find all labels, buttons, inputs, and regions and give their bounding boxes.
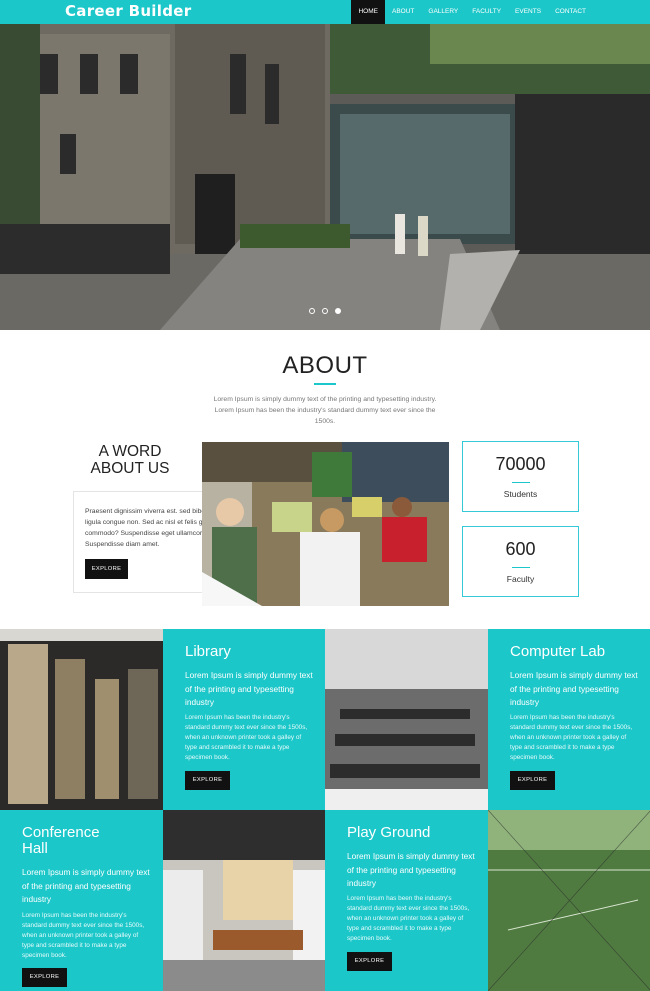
nav-about[interactable]: ABOUT [385, 0, 421, 24]
nav-faculty[interactable]: FACULTY [465, 0, 508, 24]
about-explore-button[interactable]: EXPLORE [85, 559, 128, 579]
conference-hall-card: Conference Hall Lorem Ipsum is simply du… [0, 810, 163, 991]
playground-photo [488, 810, 650, 991]
top-navbar: Career Builder HOME ABOUT GALLERY FACULT… [0, 0, 650, 24]
conference-hall-photo [163, 810, 326, 991]
students-stat: 70000 Students [462, 441, 579, 512]
word-about-us-box: Praesent dignissim viverra est. sed bibe… [73, 491, 229, 593]
computer-lab-photo [325, 629, 488, 810]
playground-image [488, 810, 650, 991]
students-count: 70000 [495, 454, 546, 474]
playground-explore-button[interactable]: EXPLORE [347, 952, 392, 971]
playground-body: Lorem Ipsum has been the industry's stan… [347, 895, 470, 942]
about-heading: ABOUT [282, 352, 368, 379]
faculty-count: 600 [505, 539, 536, 559]
word-about-us-heading: A WORD ABOUT US [80, 443, 180, 477]
conference-hall-title: Conference Hall [22, 825, 100, 857]
main-menu: HOME ABOUT GALLERY FACULTY EVENTS CONTAC… [351, 0, 593, 24]
nav-events[interactable]: EVENTS [508, 0, 548, 24]
playground-lead: Lorem Ipsum is simply dummy text of the … [347, 851, 475, 888]
slider-dot-3[interactable] [335, 308, 341, 314]
playground-card: Play Ground Lorem Ipsum is simply dummy … [325, 810, 488, 991]
computer-lab-image [325, 629, 488, 810]
library-image [0, 629, 163, 810]
conference-title-line1: Conference [22, 824, 100, 841]
faculty-label: Faculty [506, 574, 535, 584]
library-body: Lorem Ipsum has been the industry's stan… [185, 714, 308, 761]
playground-title: Play Ground [347, 824, 431, 841]
library-photo [0, 629, 163, 810]
conference-title-line2: Hall [22, 840, 48, 857]
library-explore-button[interactable]: EXPLORE [185, 771, 230, 790]
computer-lab-explore-button[interactable]: EXPLORE [510, 771, 555, 790]
library-lead: Lorem Ipsum is simply dummy text of the … [185, 670, 313, 707]
nav-contact[interactable]: CONTACT [548, 0, 593, 24]
library-card: Library Lorem Ipsum is simply dummy text… [163, 629, 326, 810]
computer-lab-lead: Lorem Ipsum is simply dummy text of the … [510, 670, 638, 707]
hero-slider [0, 24, 650, 330]
heading-divider [314, 383, 336, 385]
classroom-image [202, 442, 449, 606]
slider-dots [0, 308, 650, 314]
students-label: Students [503, 489, 538, 499]
computer-lab-body: Lorem Ipsum has been the industry's stan… [510, 714, 633, 761]
campus-photo [0, 24, 650, 330]
conference-hall-lead: Lorem Ipsum is simply dummy text of the … [22, 867, 150, 904]
computer-lab-card: Computer Lab Lorem Ipsum is simply dummy… [488, 629, 650, 810]
computer-lab-title: Computer Lab [510, 643, 606, 660]
word-heading-line2: ABOUT US [90, 460, 170, 477]
nav-gallery[interactable]: GALLERY [421, 0, 465, 24]
conference-hall-image [163, 810, 326, 991]
slider-dot-1[interactable] [309, 308, 315, 314]
stat-divider [511, 567, 530, 568]
slider-dot-2[interactable] [322, 308, 328, 314]
faculty-stat: 600 Faculty [462, 526, 579, 597]
about-intro-text: Lorem Ipsum is simply dummy text of the … [213, 396, 437, 425]
stat-divider [511, 482, 530, 483]
conference-hall-body: Lorem Ipsum has been the industry's stan… [22, 912, 145, 959]
classroom-photo [202, 442, 449, 606]
nav-home[interactable]: HOME [351, 0, 385, 24]
site-logo[interactable]: Career Builder [65, 2, 191, 20]
word-heading-line1: A WORD [98, 443, 162, 460]
conference-hall-explore-button[interactable]: EXPLORE [22, 968, 67, 987]
library-title: Library [185, 643, 231, 660]
